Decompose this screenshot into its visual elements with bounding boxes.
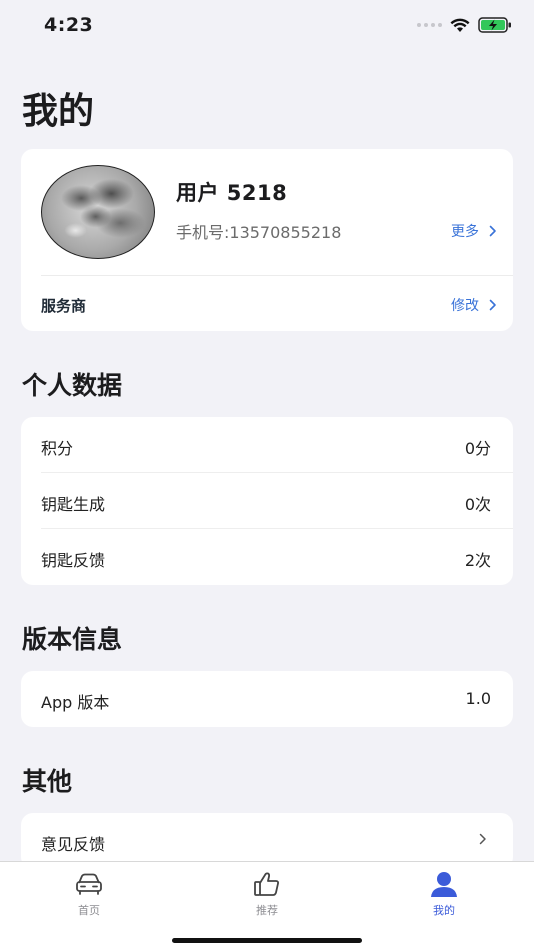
phone-number: 手机号:13570855218 xyxy=(176,223,342,242)
row-value: 2次 xyxy=(464,551,491,570)
row-label: 钥匙反馈 xyxy=(41,551,106,570)
wifi-icon xyxy=(450,18,470,32)
more-label: 更多 xyxy=(451,224,479,240)
section-title-other: 其他 xyxy=(22,767,73,796)
divider xyxy=(41,275,513,276)
cellular-signal-icon xyxy=(417,23,442,27)
list-item-key-feedback: 钥匙反馈 2次 xyxy=(21,529,513,585)
tab-home[interactable]: 首页 xyxy=(29,870,149,918)
tab-recommend[interactable]: 推荐 xyxy=(207,870,327,918)
tab-bar: 首页 推荐 我的 xyxy=(0,861,534,950)
section-title-version-info: 版本信息 xyxy=(22,625,123,654)
section-title-personal-data: 个人数据 xyxy=(22,371,123,400)
chevron-right-icon xyxy=(489,225,496,237)
service-provider-label: 服务商 xyxy=(41,297,87,315)
tab-label: 首页 xyxy=(78,904,100,917)
chevron-right-icon xyxy=(489,299,496,311)
tab-label: 推荐 xyxy=(256,904,278,917)
status-indicators xyxy=(417,17,512,33)
home-indicator xyxy=(172,938,362,943)
version-info-card: App 版本 1.0 xyxy=(21,671,513,727)
chevron-right-icon xyxy=(479,833,486,845)
edit-label: 修改 xyxy=(451,298,479,314)
person-icon xyxy=(431,872,457,897)
status-time: 4:23 xyxy=(44,14,94,36)
profile-card: 用户 5218 手机号:13570855218 更多 服务商 修改 xyxy=(21,149,513,331)
tab-mine[interactable]: 我的 xyxy=(384,870,504,918)
list-item-app-version: App 版本 1.0 xyxy=(21,671,513,727)
row-value: 0分 xyxy=(464,439,491,458)
tab-label: 我的 xyxy=(433,904,455,917)
more-button[interactable]: 更多 xyxy=(451,221,497,241)
user-name: 用户 5218 xyxy=(176,181,288,205)
row-label: 积分 xyxy=(41,439,74,458)
personal-data-card: 积分 0分 钥匙生成 0次 钥匙反馈 2次 xyxy=(21,417,513,585)
list-item-key-generated: 钥匙生成 0次 xyxy=(21,473,513,529)
row-label: 意见反馈 xyxy=(41,835,106,854)
row-label: App 版本 xyxy=(41,693,110,712)
thumbs-up-icon xyxy=(254,872,279,896)
avatar[interactable] xyxy=(41,165,155,259)
row-value: 0次 xyxy=(464,495,491,514)
status-bar: 4:23 xyxy=(0,0,534,52)
car-icon xyxy=(76,873,102,895)
list-item-points: 积分 0分 xyxy=(21,417,513,473)
edit-provider-button[interactable]: 修改 xyxy=(451,295,497,315)
battery-charging-icon xyxy=(478,17,511,33)
row-value: 1.0 xyxy=(465,689,491,708)
page-title: 我的 xyxy=(22,91,95,132)
row-label: 钥匙生成 xyxy=(41,495,106,514)
